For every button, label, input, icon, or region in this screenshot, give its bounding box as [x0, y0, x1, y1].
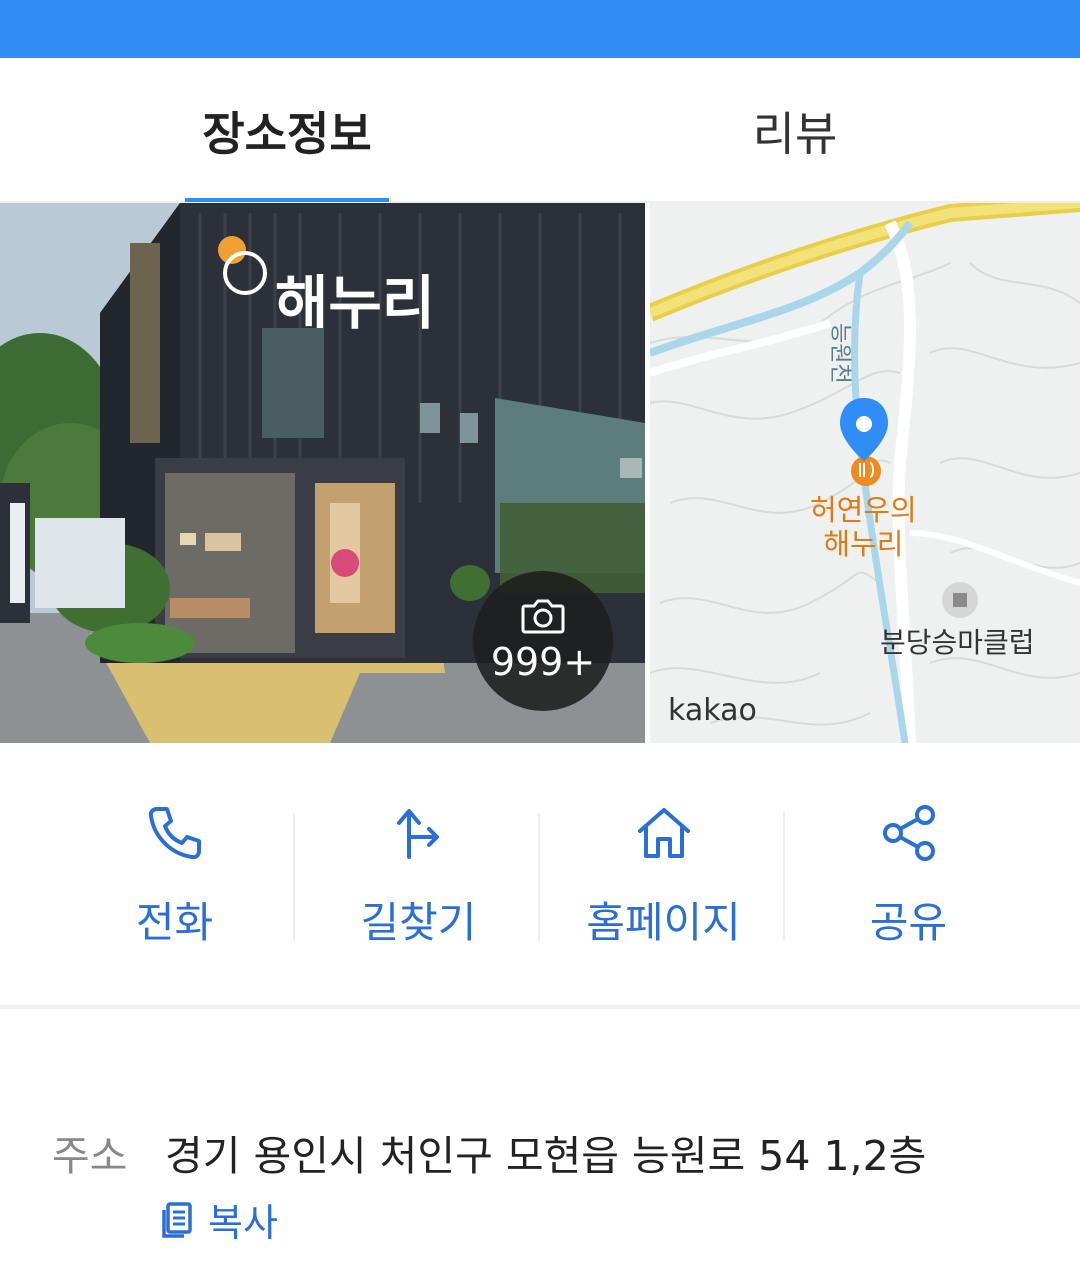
homepage-label: 홈페이지	[586, 898, 741, 947]
river-label: 능원천	[827, 323, 852, 384]
building-sign-text: 해누리	[275, 269, 435, 337]
camera-icon	[521, 599, 565, 634]
tab-reviews[interactable]: 리뷰	[690, 58, 900, 203]
phone-icon	[148, 807, 201, 860]
action-separator	[538, 813, 540, 941]
tab-place-info[interactable]: 장소정보	[185, 58, 389, 203]
location-map[interactable]: 능원천 허연우의 해누리 분당승마클럽 kakao	[650, 203, 1080, 743]
copy-icon	[162, 1201, 192, 1238]
photo-count-badge[interactable]: 999+	[473, 571, 613, 711]
map-poi-label: 허연우의 해누리	[810, 493, 917, 561]
address-key: 주소	[52, 1132, 128, 1180]
action-bar: 전화 길찾기 홈페이지 공유	[0, 743, 1080, 1005]
map-provider-logo: kakao	[668, 693, 757, 728]
action-separator	[293, 813, 295, 941]
share-icon	[882, 805, 935, 861]
map-tiles	[650, 203, 1080, 743]
directions-icon	[396, 809, 439, 859]
call-label: 전화	[135, 898, 214, 947]
homepage-button[interactable]: 홈페이지	[541, 803, 786, 953]
photo-count-label: 999+	[490, 640, 596, 684]
top-app-bar	[0, 0, 1080, 58]
copy-address-button[interactable]: 복사	[160, 1192, 278, 1247]
directions-label: 길찾기	[360, 898, 477, 947]
address-value: 경기 용인시 처인구 모현읍 능원로 54 1,2층	[165, 1132, 927, 1180]
nearby-place-label: 분당승마클럽	[880, 626, 1035, 659]
place-photo[interactable]: 해누리 999+	[0, 203, 645, 743]
tab-bar: 장소정보 리뷰	[0, 58, 1080, 203]
action-separator	[783, 813, 785, 941]
share-button[interactable]: 공유	[786, 803, 1031, 953]
directions-button[interactable]: 길찾기	[296, 803, 541, 953]
copy-label: 복사	[208, 1201, 278, 1245]
section-divider	[0, 1005, 1080, 1009]
active-tab-indicator	[185, 198, 389, 202]
call-button[interactable]: 전화	[52, 803, 297, 953]
home-icon	[637, 808, 690, 858]
media-section: 해누리 999+ 능원천 허연우의 해누리 분당승마클럽 kakao	[0, 203, 1080, 743]
share-label: 공유	[869, 898, 948, 947]
